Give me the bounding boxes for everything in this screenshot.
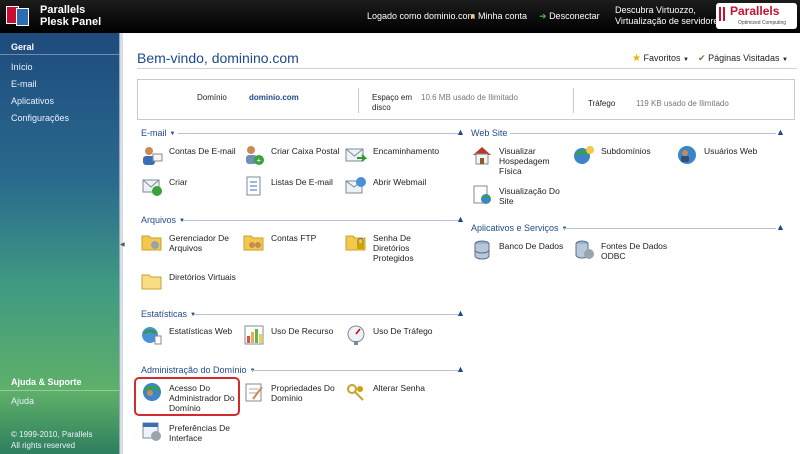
disk-space-value: 10.6 MB usado de Ilimitado xyxy=(421,93,518,102)
chevron-down-icon: ▼ xyxy=(781,57,788,63)
folder-icon xyxy=(141,274,162,290)
domain-value[interactable]: dominio.com xyxy=(249,93,299,103)
globes-icon xyxy=(574,146,594,164)
mailbox-add-icon: + xyxy=(246,146,264,165)
copyright: © 1999-2010, Parallels All rights reserve… xyxy=(11,430,93,450)
sidebar-item-home[interactable]: Início xyxy=(11,62,33,72)
house-icon xyxy=(473,147,491,165)
brand-title: Parallels Plesk Panel xyxy=(40,4,102,28)
section-website[interactable]: Web Site xyxy=(471,128,507,138)
globe-chart-icon xyxy=(142,327,162,345)
favorites-menu[interactable]: ★ Favoritos ▼ xyxy=(632,53,689,64)
section-collapse-icon[interactable]: ▲ xyxy=(776,222,785,232)
sidebar-section-help: Ajuda & Suporte xyxy=(11,377,82,387)
visited-pages-menu[interactable]: ✔ Páginas Visitadas ▼ xyxy=(698,53,788,64)
section-admin[interactable]: Administração do Domínio ▼ xyxy=(141,365,256,375)
sidebar-section-general: Geral xyxy=(11,42,35,52)
logged-in-label: Logado como dominio.com xyxy=(367,11,476,21)
logout-link[interactable]: ➜ Desconectar xyxy=(539,11,600,22)
section-email[interactable]: E-mail ▼ xyxy=(141,128,175,138)
my-account-link[interactable]: ● Minha conta xyxy=(470,11,527,21)
properties-icon xyxy=(245,383,263,402)
sidebar: Geral Início E-mail Aplicativos Configur… xyxy=(0,33,119,454)
parallels-logo[interactable]: Parallels Optimized Computing xyxy=(716,3,797,29)
top-bar: Parallels Plesk Panel Logado como dominio… xyxy=(0,0,800,33)
collapse-arrow-icon: ◀ xyxy=(120,242,125,248)
folder-gear-icon xyxy=(141,235,162,251)
promo-link[interactable]: Descubra Virtuozzo, Virtualização de serv… xyxy=(615,5,723,27)
plesk-logo-icon xyxy=(6,4,34,28)
traffic-value: 119 KB usado de Ilimitado xyxy=(636,99,729,108)
section-collapse-icon[interactable]: ▲ xyxy=(456,214,465,224)
title-divider xyxy=(137,68,797,69)
section-collapse-icon[interactable]: ▲ xyxy=(456,308,465,318)
mailing-list-icon xyxy=(246,176,261,196)
database-icon xyxy=(474,240,490,260)
chevron-down-icon: ▼ xyxy=(561,226,568,232)
bar-chart-icon xyxy=(244,325,264,345)
page-preview-icon xyxy=(473,185,491,204)
users-icon xyxy=(143,147,163,165)
page-title: Bem-vindo, dominino.com xyxy=(137,50,299,66)
disk-space-label: Espaço em disco xyxy=(372,93,413,112)
folder-lock-icon xyxy=(345,235,366,251)
arrow-right-icon: ➜ xyxy=(539,11,547,21)
gauge-icon xyxy=(347,325,365,345)
chevron-down-icon: ▼ xyxy=(190,312,196,318)
section-apps[interactable]: Aplicativos e Serviços ▼ xyxy=(471,223,568,233)
section-collapse-icon[interactable]: ▲ xyxy=(776,127,785,137)
section-collapse-icon[interactable]: ▲ xyxy=(456,127,465,137)
domain-summary: Domínio dominio.com Espaço em disco 10.6 … xyxy=(137,79,795,120)
highlight-frame xyxy=(134,377,240,416)
svg-text:+: + xyxy=(257,156,262,165)
parallels-bars-icon xyxy=(719,7,725,21)
section-collapse-icon[interactable]: ▲ xyxy=(456,364,465,374)
sidebar-splitter[interactable]: ◀ xyxy=(119,33,125,454)
keys-icon xyxy=(347,384,364,401)
odbc-icon xyxy=(575,240,594,259)
webmail-icon xyxy=(345,177,366,194)
section-files[interactable]: Arquivos ▼ xyxy=(141,215,185,225)
web-users-icon xyxy=(678,146,696,164)
section-stats[interactable]: Estatísticas ▼ xyxy=(141,309,196,319)
traffic-label: Tráfego xyxy=(588,99,616,108)
chevron-down-icon: ▼ xyxy=(683,57,689,63)
chevron-down-icon: ▼ xyxy=(169,131,176,137)
sidebar-item-applications[interactable]: Aplicativos xyxy=(11,96,54,106)
sidebar-item-email[interactable]: E-mail xyxy=(11,79,37,89)
user-icon: ● xyxy=(470,11,476,21)
domain-label: Domínio xyxy=(197,93,227,102)
chevron-down-icon: ▼ xyxy=(249,368,256,374)
sidebar-item-settings[interactable]: Configurações xyxy=(11,113,69,123)
interface-gear-icon xyxy=(142,422,161,441)
ftp-folder-icon xyxy=(243,235,264,251)
mail-create-icon xyxy=(142,179,162,196)
chevron-down-icon: ▼ xyxy=(179,218,185,224)
star-icon: ★ xyxy=(632,53,641,64)
sidebar-item-help[interactable]: Ajuda xyxy=(11,396,34,406)
mail-forward-icon xyxy=(345,148,367,162)
pages-icon: ✔ xyxy=(698,53,706,63)
